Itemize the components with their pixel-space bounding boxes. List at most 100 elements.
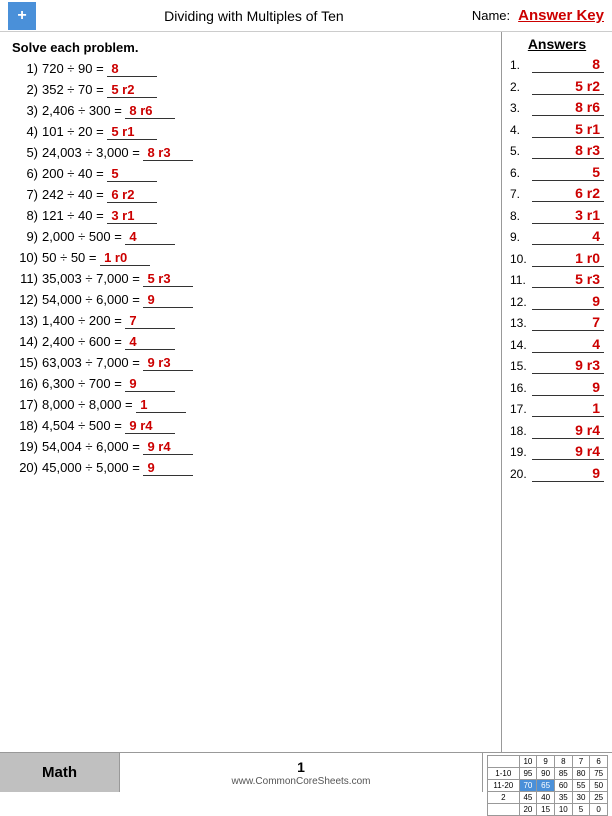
score-r3-c2: 40: [537, 792, 555, 804]
problem-row: 11)35,003 ÷ 7,000 = 5 r3: [12, 271, 489, 287]
footer-center: 1 www.CommonCoreSheets.com: [120, 753, 482, 792]
problem-answer: 9: [143, 292, 193, 308]
score-r1-c2: 90: [537, 768, 555, 780]
problem-text: 2,000 ÷ 500 = 4: [42, 229, 489, 245]
problem-number: 12): [12, 292, 38, 307]
problem-text: 1,400 ÷ 200 = 7: [42, 313, 489, 329]
answer-value: 8: [532, 56, 604, 73]
problem-number: 3): [12, 103, 38, 118]
problem-text: 63,003 ÷ 7,000 = 9 r3: [42, 355, 489, 371]
problem-text: 8,000 ÷ 8,000 = 1: [42, 397, 489, 413]
footer: Math 1 www.CommonCoreSheets.com 10 9 8 7…: [0, 752, 612, 792]
answer-number: 9.: [510, 230, 532, 244]
problem-answer: 9 r3: [143, 355, 193, 371]
answer-number: 5.: [510, 144, 532, 158]
problem-answer: 3 r1: [107, 208, 157, 224]
answer-row: 19.9 r4: [510, 443, 604, 460]
score-header-1: 10: [519, 756, 537, 768]
problem-answer: 9 r4: [125, 418, 175, 434]
score-r4-c5: 0: [590, 804, 608, 816]
answer-row: 16.9: [510, 379, 604, 396]
answer-value: 9 r4: [532, 443, 604, 460]
score-header-3: 8: [554, 756, 572, 768]
problem-number: 4): [12, 124, 38, 139]
answer-row: 9.4: [510, 228, 604, 245]
answer-value: 9 r3: [532, 357, 604, 374]
score-row-4-label: [488, 804, 520, 816]
problem-text: 242 ÷ 40 = 6 r2: [42, 187, 489, 203]
problem-number: 6): [12, 166, 38, 181]
answer-value: 5 r1: [532, 121, 604, 138]
answer-number: 14.: [510, 338, 532, 352]
answer-number: 3.: [510, 101, 532, 115]
answer-number: 4.: [510, 123, 532, 137]
header-name-label: Name:: [472, 8, 510, 23]
score-header-0: [488, 756, 520, 768]
answer-row: 2.5 r2: [510, 78, 604, 95]
answer-number: 20.: [510, 467, 532, 481]
score-r1-c5: 75: [590, 768, 608, 780]
answer-value: 9: [532, 293, 604, 310]
score-row-1-label: 1-10: [488, 768, 520, 780]
problem-number: 10): [12, 250, 38, 265]
footer-site: www.CommonCoreSheets.com: [232, 776, 371, 787]
answer-value: 9 r4: [532, 422, 604, 439]
answer-value: 4: [532, 336, 604, 353]
answer-value: 1 r0: [532, 250, 604, 267]
problem-number: 19): [12, 439, 38, 454]
answer-number: 18.: [510, 424, 532, 438]
problem-answer: 1: [136, 397, 186, 413]
problem-answer: 9 r4: [143, 439, 193, 455]
problem-row: 5)24,003 ÷ 3,000 = 8 r3: [12, 145, 489, 161]
problem-answer: 8 r3: [143, 145, 193, 161]
score-r4-c1: 20: [519, 804, 537, 816]
problem-text: 54,004 ÷ 6,000 = 9 r4: [42, 439, 489, 455]
problem-row: 20)45,000 ÷ 5,000 = 9: [12, 460, 489, 476]
answer-value: 3 r1: [532, 207, 604, 224]
score-r4-c4: 5: [572, 804, 590, 816]
problem-text: 2,400 ÷ 600 = 4: [42, 334, 489, 350]
problem-text: 54,000 ÷ 6,000 = 9: [42, 292, 489, 308]
answer-row: 5.8 r3: [510, 142, 604, 159]
problem-row: 3) 2,406 ÷ 300 = 8 r6: [12, 103, 489, 119]
score-r3-c5: 25: [590, 792, 608, 804]
answer-number: 12.: [510, 295, 532, 309]
answer-value: 6 r2: [532, 185, 604, 202]
answer-number: 15.: [510, 359, 532, 373]
score-header-5: 6: [590, 756, 608, 768]
problem-number: 15): [12, 355, 38, 370]
problem-row: 16)6,300 ÷ 700 = 9: [12, 376, 489, 392]
main-layout: Solve each problem. 1)720 ÷ 90 = 82)352 …: [0, 32, 612, 752]
problem-number: 14): [12, 334, 38, 349]
score-table: 10 9 8 7 6 1-10 95 90 85 80 75 11-20 70 …: [487, 755, 608, 816]
problem-text: 121 ÷ 40 = 3 r1: [42, 208, 489, 224]
logo: +: [8, 2, 36, 30]
problem-row: 19) 54,004 ÷ 6,000 = 9 r4: [12, 439, 489, 455]
problem-answer: 5 r1: [107, 124, 157, 140]
problem-text: 35,003 ÷ 7,000 = 5 r3: [42, 271, 489, 287]
problem-text: 101 ÷ 20 = 5 r1: [42, 124, 489, 140]
problem-row: 8) 121 ÷ 40 = 3 r1: [12, 208, 489, 224]
answer-row: 8.3 r1: [510, 207, 604, 224]
problem-number: 9): [12, 229, 38, 244]
problem-row: 17)8,000 ÷ 8,000 = 1: [12, 397, 489, 413]
score-r2-c1: 70: [519, 780, 537, 792]
answer-number: 11.: [510, 273, 532, 287]
problem-number: 1): [12, 61, 38, 76]
problem-text: 720 ÷ 90 = 8: [42, 61, 489, 77]
score-r3-c1: 45: [519, 792, 537, 804]
problem-text: 352 ÷ 70 = 5 r2: [42, 82, 489, 98]
score-row-2-label: 11-20: [488, 780, 520, 792]
problem-text: 24,003 ÷ 3,000 = 8 r3: [42, 145, 489, 161]
answer-row: 15.9 r3: [510, 357, 604, 374]
problem-row: 10)50 ÷ 50 = 1 r0: [12, 250, 489, 266]
score-r4-c3: 10: [554, 804, 572, 816]
problem-answer: 8: [107, 61, 157, 77]
answers-title: Answers: [510, 36, 604, 52]
problem-answer: 9: [125, 376, 175, 392]
problem-text: 2,406 ÷ 300 = 8 r6: [42, 103, 489, 119]
problem-answer: 9: [143, 460, 193, 476]
score-r2-c3: 60: [554, 780, 572, 792]
answer-value: 9: [532, 379, 604, 396]
problem-number: 8): [12, 208, 38, 223]
